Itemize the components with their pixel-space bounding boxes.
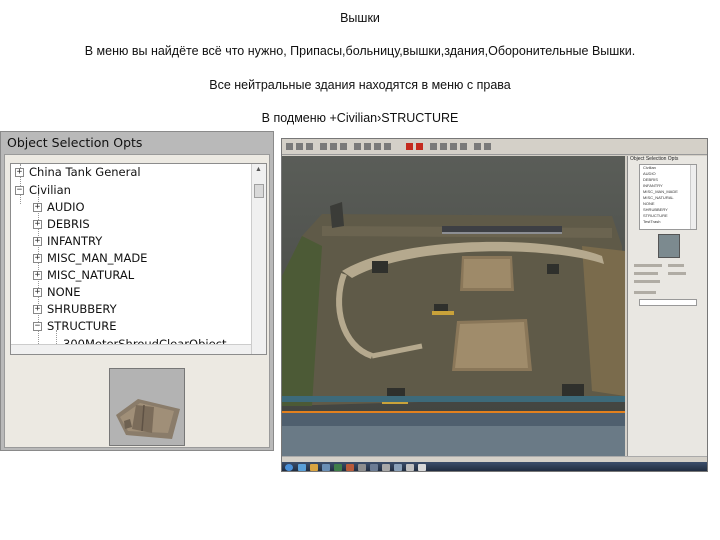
tree-item-label: China Tank General [29, 165, 141, 179]
taskbar-app-icon[interactable] [394, 464, 402, 471]
object-options-panel: Object Selection Opts Civilian AUDIO DEB… [627, 156, 707, 456]
folder-icon[interactable] [310, 464, 318, 471]
expand-icon[interactable]: + [33, 305, 42, 314]
start-icon[interactable] [285, 464, 293, 471]
scroll-up-icon[interactable]: ▲ [255, 166, 262, 173]
option-label [634, 272, 658, 275]
toolbar-button[interactable] [484, 143, 491, 150]
expand-icon[interactable]: + [33, 237, 42, 246]
toolbar-button[interactable] [364, 143, 371, 150]
toolbar-button[interactable] [384, 143, 391, 150]
taskbar-app-icon[interactable] [334, 464, 342, 471]
toolbar-button-highlight[interactable] [416, 143, 423, 150]
toolbar-button[interactable] [306, 143, 313, 150]
windows-taskbar [282, 462, 707, 471]
expand-icon[interactable]: + [33, 203, 42, 212]
map-viewport[interactable] [282, 156, 625, 456]
description-line-2: Все нейтральные здания находятся в меню … [209, 78, 511, 92]
tree-horizontal-scrollbar[interactable] [11, 344, 251, 354]
tree-scrollbar[interactable]: ▲ [251, 164, 266, 354]
expand-icon[interactable]: + [33, 271, 42, 280]
expand-icon[interactable]: + [33, 288, 42, 297]
tree-item-label: AUDIO [47, 200, 85, 214]
toolbar-button[interactable] [340, 143, 347, 150]
preview-image [110, 369, 184, 445]
toolbar-button[interactable] [374, 143, 381, 150]
side-panel-title: Object Selection Opts [630, 156, 679, 162]
taskbar-app-icon[interactable] [322, 464, 330, 471]
taskbar-app-icon[interactable] [382, 464, 390, 471]
tree-item-label: NONE [47, 285, 81, 299]
tree-item-label: INFANTRY [47, 234, 103, 248]
expand-icon[interactable]: + [33, 254, 42, 263]
toolbar-button[interactable] [320, 143, 327, 150]
option-label [634, 264, 662, 267]
option-label [634, 291, 656, 294]
expand-icon[interactable]: + [33, 220, 42, 229]
side-list-scrollbar[interactable] [690, 165, 696, 229]
toolbar-button[interactable] [460, 143, 467, 150]
page-title: Вышки [340, 11, 380, 25]
toolbar-button-highlight[interactable] [406, 143, 413, 150]
taskbar-app-icon[interactable] [358, 464, 366, 471]
object-selection-window: Object Selection Opts + China Tank Gener… [0, 131, 274, 451]
tree-item-label: MISC_MAN_MADE [47, 251, 148, 265]
scrollbar-thumb[interactable] [254, 184, 264, 198]
collapse-icon[interactable]: − [15, 186, 24, 195]
description-line-1: В меню вы найдёте всё что нужно, Припасы… [84, 44, 636, 58]
toolbar-button[interactable] [450, 143, 457, 150]
window-title: Object Selection Opts [7, 135, 143, 150]
collapse-icon[interactable]: − [33, 322, 42, 331]
toolbar-button[interactable] [330, 143, 337, 150]
window-body: + China Tank General − Civilian + AUDIO … [4, 154, 270, 448]
toolbar-button[interactable] [430, 143, 437, 150]
toolbar-button[interactable] [440, 143, 447, 150]
side-object-list[interactable]: Civilian AUDIO DEBRIS INFANTRY MISC_MAN_… [639, 164, 697, 230]
toolbar-button[interactable] [354, 143, 361, 150]
editor-toolbar [282, 139, 707, 155]
map-terrain [282, 156, 625, 456]
tree-item-label: SHRUBBERY [47, 302, 117, 316]
toolbar-button[interactable] [296, 143, 303, 150]
side-object-preview [658, 234, 680, 258]
owner-dropdown[interactable] [639, 299, 697, 306]
object-tree[interactable]: + China Tank General − Civilian + AUDIO … [10, 163, 267, 355]
taskbar-app-icon[interactable] [298, 464, 306, 471]
world-builder-window: Object Selection Opts Civilian AUDIO DEB… [281, 138, 708, 472]
option-value [668, 264, 684, 267]
tree-item-label: STRUCTURE [47, 319, 117, 333]
tree-item-label: MISC_NATURAL [47, 268, 135, 282]
list-item[interactable]: TestTrash [640, 219, 696, 225]
taskbar-app-icon[interactable] [346, 464, 354, 471]
taskbar-app-icon[interactable] [406, 464, 414, 471]
option-value [668, 272, 686, 275]
toolbar-button[interactable] [474, 143, 481, 150]
tree-item-label: DEBRIS [47, 217, 90, 231]
taskbar-app-icon[interactable] [370, 464, 378, 471]
option-label [634, 280, 660, 283]
expand-icon[interactable]: + [15, 168, 24, 177]
tree-item-label: Civilian [29, 183, 71, 197]
taskbar-app-icon[interactable] [418, 464, 426, 471]
toolbar-button[interactable] [286, 143, 293, 150]
object-preview [109, 368, 185, 446]
description-line-3: В подменю +Civilian›STRUCTURE [261, 111, 459, 125]
